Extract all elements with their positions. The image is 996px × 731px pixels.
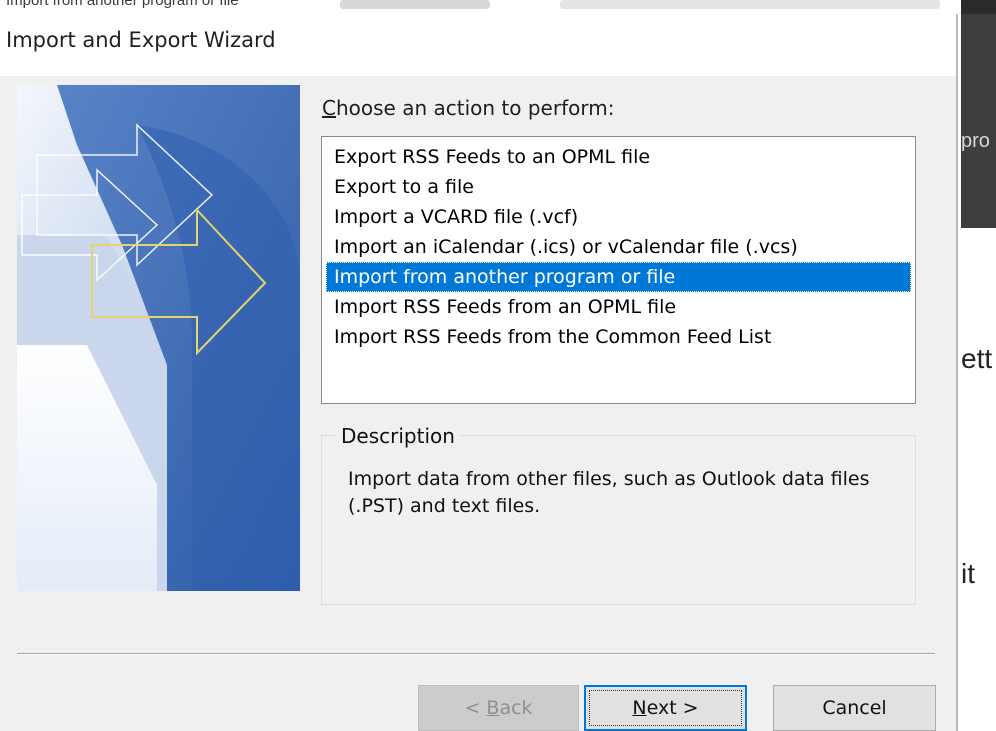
background-dark-panel-top bbox=[961, 0, 996, 14]
back-rest: ack bbox=[499, 697, 533, 719]
background-window-strip: Import from another program or file bbox=[0, 0, 996, 14]
action-listbox[interactable]: Export RSS Feeds to an OPML file Export t… bbox=[321, 136, 916, 404]
next-button-label: Next > bbox=[632, 697, 698, 719]
action-list-item[interactable]: Import from another program or file bbox=[326, 262, 911, 292]
back-button[interactable]: < Back bbox=[418, 685, 579, 731]
action-list-item[interactable]: Import RSS Feeds from an OPML file bbox=[326, 292, 911, 322]
back-prefix: < bbox=[464, 697, 487, 719]
next-button[interactable]: Next > bbox=[584, 685, 747, 731]
background-top-text: Import from another program or file bbox=[6, 0, 239, 9]
description-legend: Description bbox=[336, 424, 460, 448]
action-list-item[interactable]: Import a VCARD file (.vcf) bbox=[326, 202, 911, 232]
background-blur bbox=[560, 0, 940, 9]
description-text: Import data from other files, such as Ou… bbox=[348, 468, 870, 517]
action-list-item[interactable]: Export RSS Feeds to an OPML file bbox=[326, 142, 911, 172]
wizard-arrows-banner-icon bbox=[17, 85, 300, 591]
choose-label-text: hoose an action to perform: bbox=[335, 96, 615, 120]
button-separator bbox=[17, 653, 935, 655]
dialog-title: Import and Export Wizard bbox=[6, 28, 276, 52]
back-button-label: < Back bbox=[464, 697, 532, 719]
title-bar[interactable]: Import and Export Wizard bbox=[0, 14, 956, 76]
background-text-fragment: pro bbox=[961, 130, 990, 152]
wizard-banner-image bbox=[17, 85, 300, 591]
cancel-button[interactable]: Cancel bbox=[773, 685, 936, 731]
back-mnemonic: B bbox=[486, 697, 500, 719]
choose-label-mnemonic: C bbox=[322, 96, 336, 120]
action-list-item[interactable]: Import an iCalendar (.ics) or vCalendar … bbox=[326, 232, 911, 262]
description-groupbox: Description Import data from other files… bbox=[321, 424, 916, 605]
action-list-item[interactable]: Import RSS Feeds from the Common Feed Li… bbox=[326, 322, 911, 352]
action-list-item[interactable]: Export to a file bbox=[326, 172, 911, 202]
background-dark-panel bbox=[961, 0, 996, 228]
background-text-fragment: it bbox=[961, 558, 975, 589]
next-mnemonic: N bbox=[632, 697, 647, 719]
cancel-button-label: Cancel bbox=[822, 697, 887, 719]
next-rest: ext > bbox=[646, 697, 699, 719]
choose-action-label: Choose an action to perform: bbox=[322, 96, 614, 120]
background-text-fragment: ett bbox=[961, 343, 993, 374]
background-blur bbox=[340, 0, 490, 9]
